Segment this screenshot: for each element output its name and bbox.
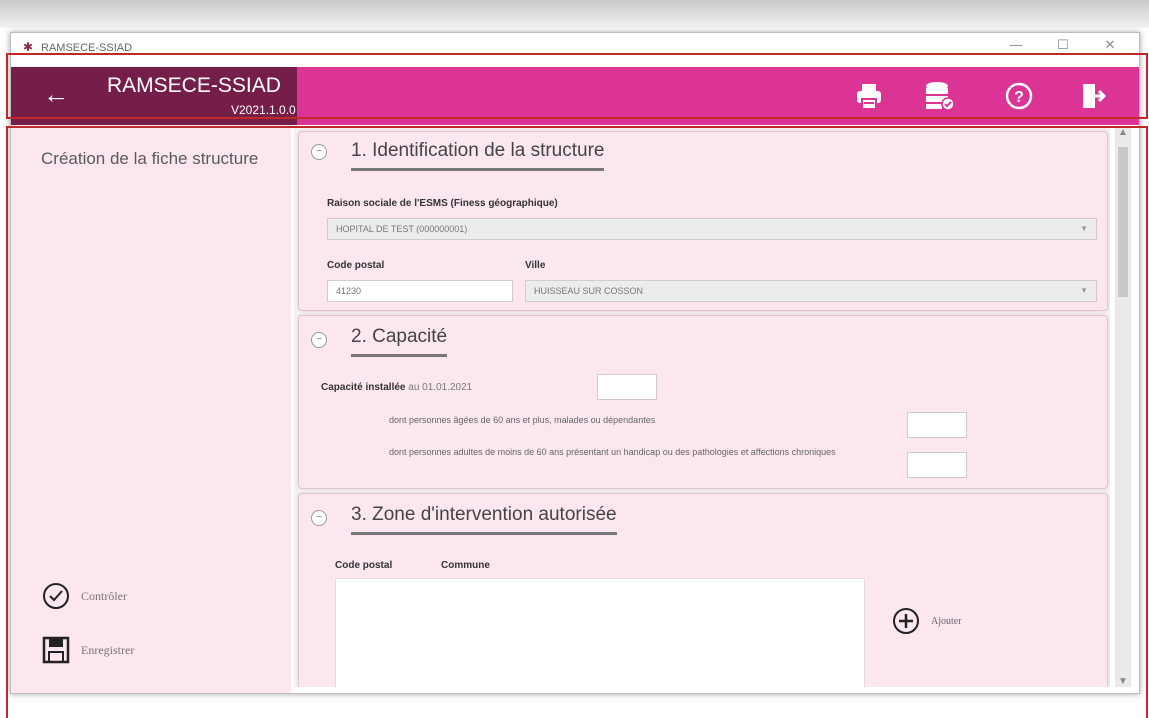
highlight-frame-content	[6, 126, 1148, 718]
close-button[interactable]: ✕	[1095, 37, 1125, 53]
desktop-background	[0, 0, 1149, 28]
app-logo-icon: ✱	[23, 40, 34, 54]
minimize-button[interactable]: —	[1001, 37, 1031, 52]
maximize-button[interactable]: ☐	[1048, 37, 1078, 53]
highlight-frame-header	[6, 53, 1148, 119]
